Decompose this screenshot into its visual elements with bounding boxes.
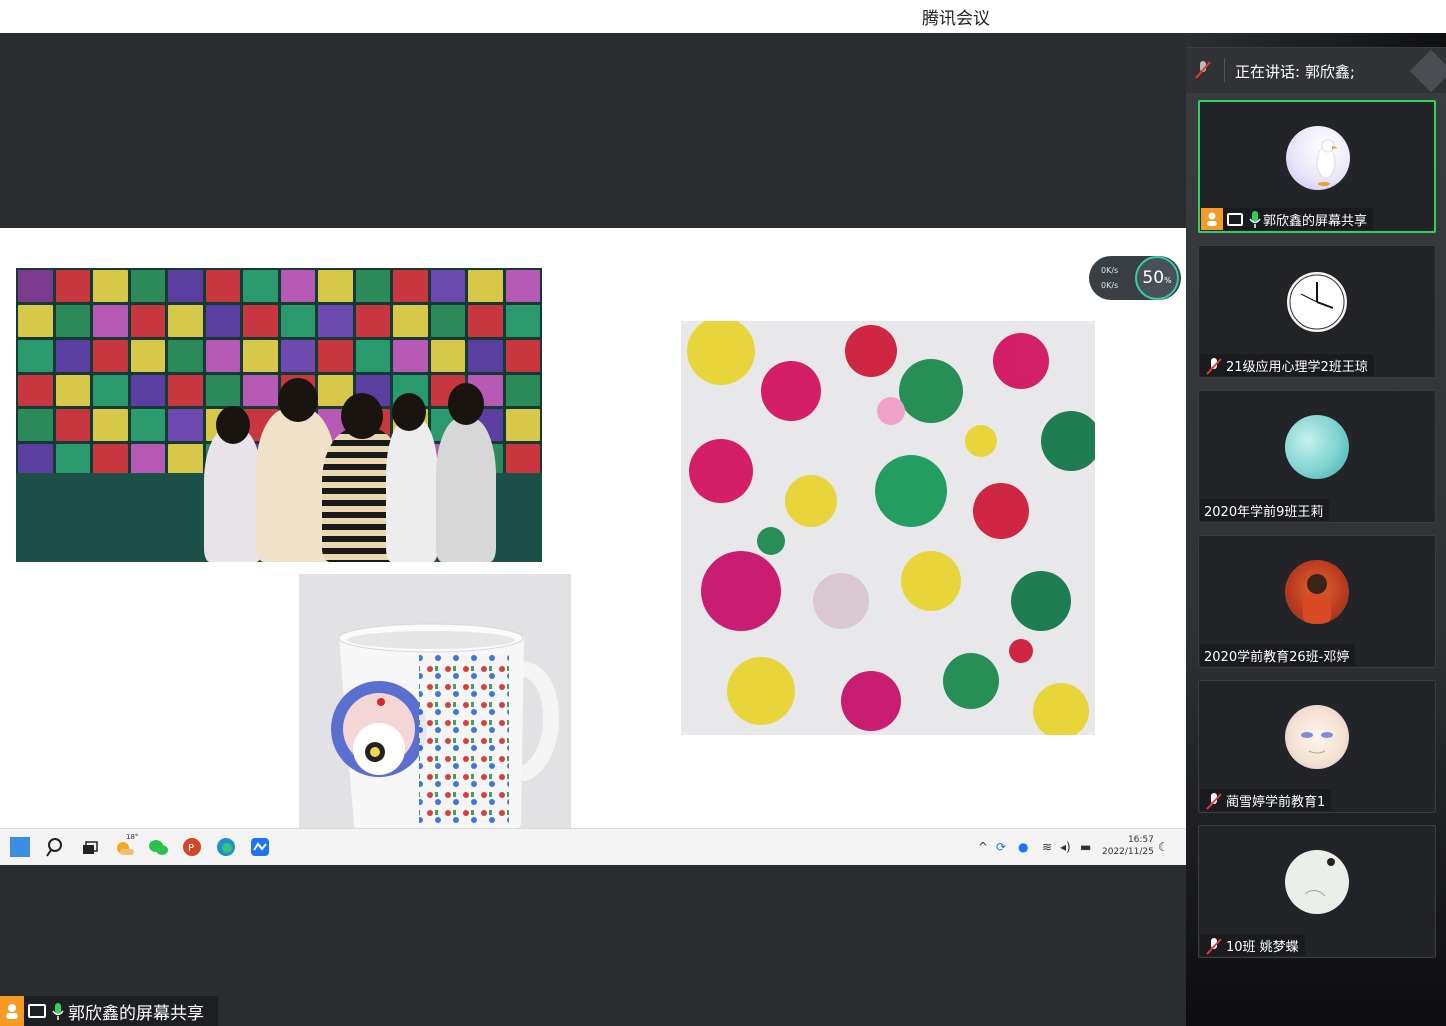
participant-tile[interactable]: 2020年学前9班王莉: [1198, 390, 1436, 523]
upload-speed: 0K/s: [1101, 266, 1119, 275]
participant-tile[interactable]: 蔺雪婷学前教育1: [1198, 680, 1436, 813]
tray-mic-icon[interactable]: ●: [1018, 840, 1028, 854]
participant-name: 2020学前教育26班-邓婷: [1204, 649, 1350, 665]
start-icon[interactable]: [10, 837, 30, 857]
mug-illustration: [331, 623, 559, 842]
anime-avatar: [1285, 705, 1349, 769]
mic-muted-icon: [1206, 937, 1222, 955]
paper-cutouts-illustration: [681, 321, 1095, 735]
battery-icon[interactable]: ▬: [1080, 840, 1091, 854]
person-figure: [386, 418, 438, 562]
clock-time: 16:57: [1127, 835, 1154, 845]
network-speed: 0K/s 0K/s: [1101, 263, 1118, 293]
collapse-handle-icon[interactable]: [1409, 49, 1446, 93]
cpu-percent: 50: [1142, 268, 1165, 288]
share-tag-label: 郭欣鑫的屏幕共享: [68, 1003, 204, 1024]
tencent-meeting-icon[interactable]: [250, 837, 270, 857]
person-figure: [436, 418, 496, 562]
speaking-label: 正在讲话: 郭欣鑫;: [1235, 63, 1355, 81]
svg-text:P: P: [188, 843, 194, 854]
weather-icon[interactable]: 18°: [114, 833, 138, 857]
participant-name: 郭欣鑫的屏幕共享: [1263, 213, 1368, 229]
person-head: [341, 393, 383, 439]
participant-nametag: 蔺雪婷学前教育1: [1200, 789, 1332, 811]
windows-taskbar: 18° P ^ ⟳ ● ≋ ◂) ▬ 16:57 2022/11/25 ☾: [0, 828, 1186, 865]
mic-muted-icon: [1206, 357, 1222, 375]
goose-avatar: [1286, 126, 1350, 190]
person-head: [392, 393, 426, 431]
shared-screen-area: 0K/s 0K/s 50% 18° P ^ ⟳ ● ≋ ◂) ▬ 16:57 2…: [0, 33, 1186, 1026]
cpu-unit: %: [1164, 276, 1172, 285]
speaking-divider: [1224, 58, 1225, 82]
system-clock[interactable]: 16:57 2022/11/25: [1102, 834, 1154, 858]
participant-nametag: 21级应用心理学2班王琼: [1200, 354, 1374, 376]
screen-share-icon: [1227, 212, 1243, 226]
person-head: [216, 406, 250, 444]
clock-date: 2022/11/25: [1102, 847, 1154, 857]
participant-tile[interactable]: 郭欣鑫的屏幕共享: [1198, 100, 1436, 233]
photo-avatar: [1285, 560, 1349, 624]
participant-tile[interactable]: 2020学前教育26班-邓婷: [1198, 535, 1436, 668]
wifi-icon[interactable]: ≋: [1042, 840, 1052, 854]
sketch-avatar: [1285, 850, 1349, 914]
notification-icon[interactable]: ☾: [1158, 840, 1169, 854]
tray-sync-icon[interactable]: ⟳: [996, 840, 1006, 854]
window-titlebar: 腾讯会议: [0, 0, 1446, 33]
paper-cutting-wall-photo: [16, 268, 542, 562]
mic-on-icon: [52, 1003, 64, 1020]
search-icon[interactable]: [46, 837, 66, 857]
person-head: [448, 383, 484, 425]
participant-tile[interactable]: 21级应用心理学2班王琼: [1198, 245, 1436, 378]
cpu-gauge: 50%: [1135, 256, 1179, 300]
speaking-indicator: 正在讲话: 郭欣鑫;: [1186, 48, 1446, 93]
participant-nametag: 10班 姚梦蝶: [1200, 934, 1305, 956]
wechat-icon[interactable]: [148, 837, 168, 857]
sidebar-top-strip: [1186, 33, 1446, 47]
host-icon: [1201, 208, 1223, 230]
task-view-icon[interactable]: [80, 837, 100, 857]
participant-name: 蔺雪婷学前教育1: [1226, 794, 1326, 810]
participant-name: 10班 姚梦蝶: [1226, 939, 1299, 955]
weather-temp: 18°: [126, 833, 139, 841]
window-title: 腾讯会议: [922, 9, 990, 29]
network-monitor-badge[interactable]: 0K/s 0K/s 50%: [1089, 256, 1181, 300]
participant-nametag: 2020学前教育26班-邓婷: [1200, 644, 1356, 666]
participant-sidebar: 正在讲话: 郭欣鑫; 郭欣鑫的屏幕共享 21级应用心理学2班王琼 2020年学前…: [1186, 33, 1446, 1026]
participant-name: 2020年学前9班王莉: [1204, 504, 1324, 520]
download-speed: 0K/s: [1101, 281, 1119, 290]
participant-nametag: 郭欣鑫的屏幕共享: [1201, 208, 1374, 230]
screen-share-tag: 郭欣鑫的屏幕共享: [0, 996, 218, 1026]
screen-share-icon: [28, 1004, 46, 1018]
tray-chevron-icon[interactable]: ^: [978, 840, 988, 854]
teal-shape-avatar: [1285, 415, 1349, 479]
person-icon: [0, 996, 24, 1026]
shared-slide: 0K/s 0K/s 50%: [0, 228, 1186, 861]
mic-muted-icon: [1206, 792, 1222, 810]
speaker-muted-icon: [1194, 60, 1212, 84]
volume-icon[interactable]: ◂): [1060, 840, 1071, 854]
hanging-paper-cutouts-photo: [681, 321, 1095, 735]
decorated-mug-photo: [299, 574, 571, 861]
edge-browser-icon[interactable]: [216, 837, 236, 857]
participant-name: 21级应用心理学2班王琼: [1226, 359, 1368, 375]
person-head: [278, 378, 318, 422]
person-figure: [204, 428, 262, 562]
mic-on-icon: [1249, 211, 1261, 228]
participant-tile[interactable]: 10班 姚梦蝶: [1198, 825, 1436, 958]
participant-nametag: 2020年学前9班王莉: [1200, 499, 1330, 521]
powerpoint-icon[interactable]: P: [182, 837, 202, 857]
clock-avatar: [1285, 270, 1349, 334]
